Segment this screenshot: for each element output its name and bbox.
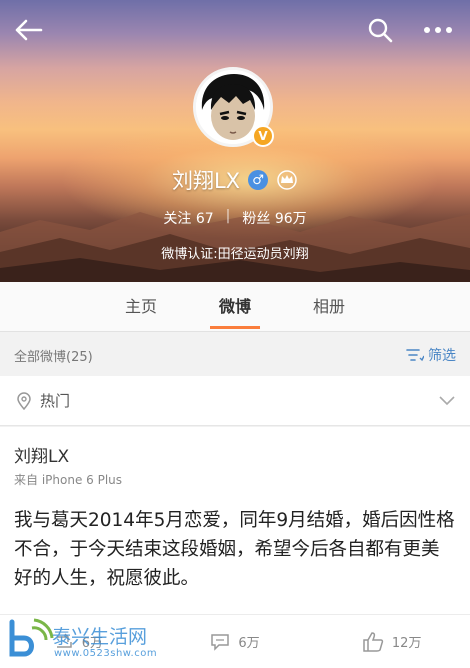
profile-header: V 刘翔LX ♂ 关注 67 | 粉丝 96万 微博认证:田径运动员刘翔 [0, 0, 470, 282]
post-content: 我与葛天2014年5月恋爱，同年9月结婚，婚后因性格不合，于今天结束这段婚姻，希… [14, 510, 455, 589]
comment-count: 6万 [238, 636, 260, 651]
more-icon[interactable] [420, 12, 456, 48]
filter-icon [406, 349, 424, 362]
post-author[interactable]: 刘翔LX [14, 442, 69, 467]
stat-separator: | [225, 208, 231, 224]
stats-row: 关注 67 | 粉丝 96万 [0, 208, 470, 228]
like-button[interactable]: 12万 [313, 615, 470, 668]
watermark-text: 泰兴生活网 [52, 626, 148, 648]
thumbs-up-icon [363, 631, 384, 652]
post-count-label: 全部微博(25) [14, 350, 93, 365]
hot-section[interactable]: 热门 [0, 376, 470, 426]
tab-album[interactable]: 相册 [282, 282, 376, 331]
following-stat[interactable]: 关注 67 [163, 208, 213, 228]
profile-name: 刘翔LX [171, 169, 241, 193]
followers-stat[interactable]: 粉丝 96万 [242, 208, 306, 228]
back-arrow-icon[interactable] [10, 12, 46, 48]
chevron-down-icon[interactable] [438, 394, 456, 406]
vip-badge: V [252, 125, 274, 147]
verification-text: 微博认证:田径运动员刘翔 [161, 247, 309, 262]
gender-male-icon: ♂ [248, 170, 269, 190]
followers-label: 粉丝 [242, 211, 271, 227]
followers-count: 96万 [274, 211, 307, 227]
watermark-logo-icon [9, 618, 54, 657]
profile-tabs: 主页 微博 相册 [0, 282, 470, 332]
name-row: 刘翔LX ♂ [0, 165, 470, 195]
filter-bar: 全部微博(25) 筛选 [0, 333, 470, 375]
hot-label: 热门 [40, 392, 71, 410]
filter-button[interactable]: 筛选 [406, 345, 456, 365]
like-count: 12万 [391, 636, 422, 651]
filter-label: 筛选 [428, 348, 456, 364]
site-watermark: 泰兴生活网 www.0523shw.com [6, 614, 216, 662]
tab-weibo[interactable]: 微博 [188, 282, 282, 331]
following-count: 67 [195, 211, 214, 227]
location-pin-icon [17, 392, 31, 410]
post-source: 来自 iPhone 6 Plus [14, 473, 123, 487]
watermark-url: www.0523shw.com [54, 648, 158, 659]
following-label: 关注 [163, 211, 192, 227]
crown-icon [277, 170, 297, 190]
tab-home[interactable]: 主页 [94, 282, 188, 331]
search-icon[interactable] [362, 12, 398, 48]
